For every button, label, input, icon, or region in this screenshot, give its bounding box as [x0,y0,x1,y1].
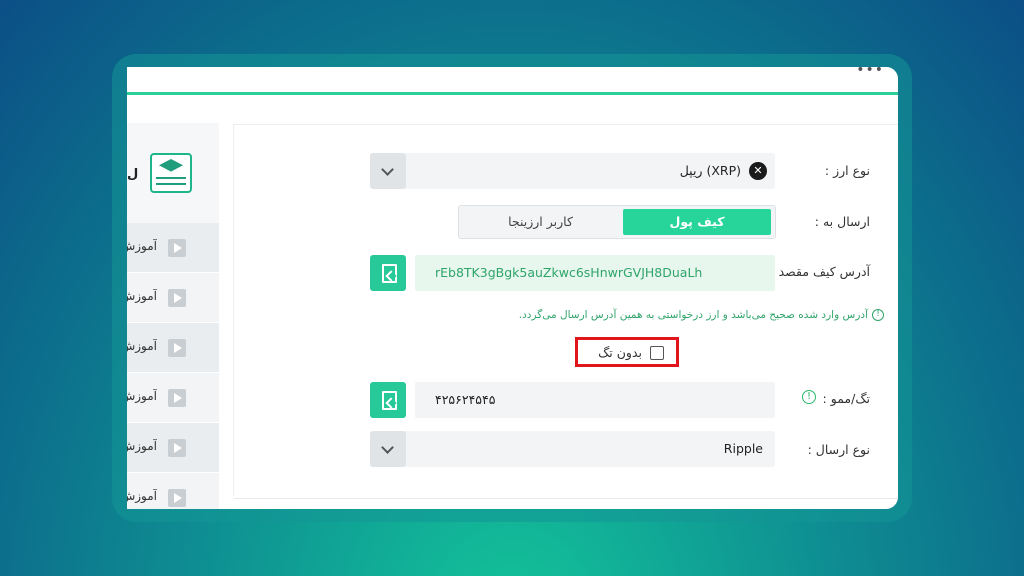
sidebar-item-label: آموزش [127,239,157,253]
info-icon[interactable]: ! [802,390,816,404]
play-icon[interactable] [168,489,186,507]
sidebar-header-letter: ل [127,167,139,182]
send-type-value: Ripple [723,441,763,456]
chevron-down-icon[interactable] [370,431,406,467]
address-value: rEb8TK3gBgk5auZkwc6sHnwrGVJH8DuaLh [435,265,703,280]
memo-value: ۴۲۵۶۲۴۵۴۵ [435,392,496,407]
send-type-label: نوع ارسال : [807,442,870,457]
send-to-label: ارسال به : [814,214,870,229]
paste-memo-button[interactable] [370,382,406,418]
sidebar-item-label: آموزش [127,289,157,303]
tab-wallet[interactable]: کیف پول [623,209,771,235]
sidebar-item-label: آموزش [127,389,157,403]
sidebar: ل آموزش آموزش آموزش آموزش آموزش آموزش [127,123,219,509]
send-type-select[interactable]: Ripple [370,431,775,467]
address-label: آدرس کیف مقصد : [770,264,870,279]
sidebar-item-label: آموزش [127,439,157,453]
currency-label: نوع ارز : [824,163,870,178]
sidebar-item[interactable]: آموزش [127,423,219,473]
no-tag-label: بدون تگ [598,345,642,360]
no-tag-checkbox-container: بدون تگ [575,337,679,367]
graduation-cap-icon [150,153,192,193]
sidebar-item[interactable]: آموزش [127,473,219,509]
address-field[interactable]: rEb8TK3gBgk5auZkwc6sHnwrGVJH8DuaLh [415,255,775,291]
paste-address-button[interactable] [370,255,406,291]
tab-arzinja-user[interactable]: کاربر ارزینجا [463,209,618,235]
play-icon[interactable] [168,289,186,307]
currency-value: ریپل (XRP) [679,163,741,178]
play-icon[interactable] [168,439,186,457]
sidebar-item[interactable]: آموزش [127,373,219,423]
memo-field[interactable]: ۴۲۵۶۲۴۵۴۵ [415,382,775,418]
send-to-toggle: کیف پول کاربر ارزینجا [458,205,776,239]
sidebar-item-label: آموزش [127,489,157,503]
play-icon[interactable] [168,339,186,357]
no-tag-checkbox[interactable] [650,346,664,360]
menu-dots-icon[interactable]: ••• [856,67,884,77]
play-icon[interactable] [168,239,186,257]
sidebar-item[interactable]: آموزش [127,223,219,273]
sidebar-item[interactable]: آموزش [127,273,219,323]
divider [234,498,898,499]
app-window: ••• ل آموزش آموزش آموزش آموزش آموزش آموز… [127,67,898,509]
address-note: ! آدرس وارد شده صحیح می‌باشد و ارز درخواس… [519,309,884,321]
chevron-down-icon[interactable] [370,153,406,189]
sidebar-header: ل [127,123,219,223]
sidebar-item[interactable]: آموزش [127,323,219,373]
address-note-text: آدرس وارد شده صحیح می‌باشد و ارز درخواست… [518,309,868,321]
memo-label: تگ/ممو : [822,391,870,406]
withdraw-form: نوع ارز : ✕ ریپل (XRP) ارسال به : کیف پو… [233,124,898,499]
currency-select[interactable]: ✕ ریپل (XRP) [370,153,775,189]
play-icon[interactable] [168,389,186,407]
sidebar-item-label: آموزش [127,339,157,353]
top-bar: ••• [127,67,898,95]
info-icon: ! [872,309,884,321]
xrp-icon: ✕ [749,162,767,180]
